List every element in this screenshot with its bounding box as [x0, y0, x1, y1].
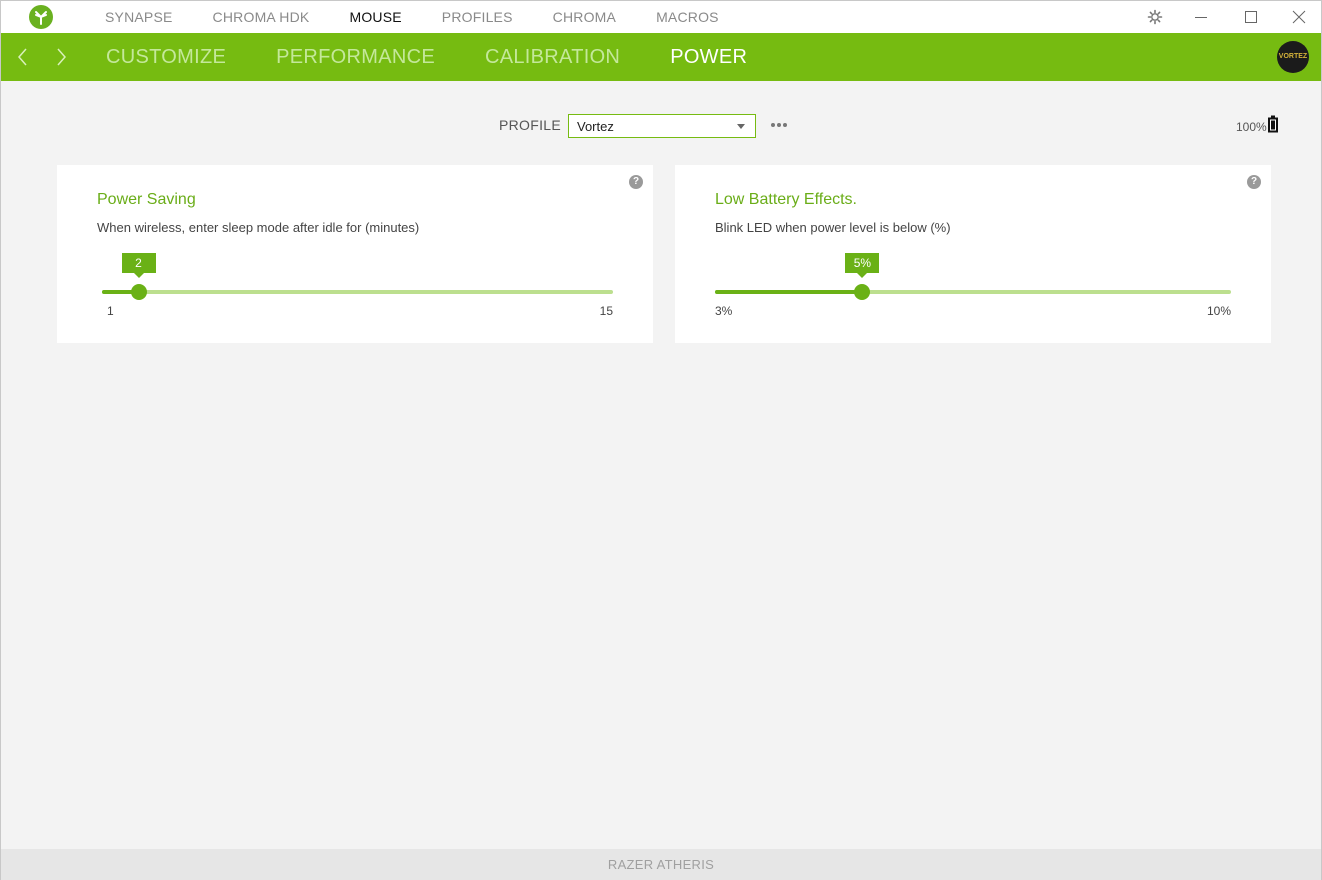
power-saving-title: Power Saving	[97, 191, 196, 208]
more-options-icon[interactable]	[769, 118, 789, 132]
top-nav-chroma-hdk[interactable]: CHROMA HDK	[213, 1, 310, 33]
slider-value-bubble: 5%	[845, 253, 880, 278]
top-nav-profiles[interactable]: PROFILES	[442, 1, 513, 33]
tab-calibration[interactable]: CALIBRATION	[485, 33, 620, 81]
low-battery-description: Blink LED when power level is below (%)	[715, 220, 951, 235]
power-saving-card: ? Power Saving When wireless, enter slee…	[57, 165, 653, 343]
tab-customize[interactable]: CUSTOMIZE	[106, 33, 226, 81]
battery-icon	[1267, 115, 1279, 138]
low-battery-title: Low Battery Effects.	[715, 191, 857, 208]
top-nav-macros[interactable]: MACROS	[656, 1, 719, 33]
low-battery-card: ? Low Battery Effects. Blink LED when po…	[675, 165, 1271, 343]
top-nav-mouse[interactable]: MOUSE	[349, 1, 401, 33]
sleep-timer-slider[interactable]: 2	[102, 253, 613, 300]
avatar-text: VORTEZ	[1278, 53, 1308, 60]
close-icon[interactable]	[1276, 1, 1322, 33]
slider-max-label: 15	[599, 304, 613, 318]
slider-value-bubble: 2	[121, 253, 156, 278]
forward-arrow-icon[interactable]	[51, 47, 71, 67]
sub-nav: CUSTOMIZE PERFORMANCE CALIBRATION POWER	[106, 33, 797, 81]
slider-min-label: 3%	[715, 304, 733, 318]
slider-track	[102, 290, 613, 294]
app-window: SYNAPSE CHROMA HDK MOUSE PROFILES CHROMA…	[0, 0, 1322, 880]
device-name: RAZER ATHERIS	[607, 857, 715, 872]
razer-logo-icon[interactable]	[29, 5, 53, 29]
help-icon[interactable]: ?	[629, 175, 643, 189]
profile-selected-value: Vortez	[577, 119, 614, 134]
slider-thumb[interactable]	[130, 284, 147, 300]
top-nav-chroma[interactable]: CHROMA	[553, 1, 616, 33]
power-saving-description: When wireless, enter sleep mode after id…	[97, 220, 420, 235]
tab-power[interactable]: POWER	[670, 33, 747, 81]
settings-icon[interactable]	[1132, 1, 1178, 33]
top-nav-synapse[interactable]: SYNAPSE	[105, 1, 173, 33]
dropdown-caret-icon	[737, 124, 745, 129]
slider-max-label: 10%	[1206, 304, 1231, 318]
profile-label: PROFILE	[499, 117, 562, 133]
help-icon[interactable]: ?	[1247, 175, 1261, 189]
minimize-icon[interactable]	[1178, 1, 1224, 33]
top-nav: SYNAPSE CHROMA HDK MOUSE PROFILES CHROMA…	[105, 1, 759, 33]
tab-performance[interactable]: PERFORMANCE	[276, 33, 435, 81]
sub-nav-bar: CUSTOMIZE PERFORMANCE CALIBRATION POWER …	[1, 33, 1321, 81]
slider-min-label: 1	[107, 304, 114, 318]
title-bar: SYNAPSE CHROMA HDK MOUSE PROFILES CHROMA…	[1, 1, 1321, 33]
device-footer: RAZER ATHERIS	[1, 849, 1321, 880]
maximize-icon[interactable]	[1228, 1, 1274, 33]
battery-percent: 100%	[1236, 120, 1267, 134]
avatar[interactable]: VORTEZ	[1277, 41, 1309, 73]
slider-thumb[interactable]	[854, 284, 871, 300]
profile-dropdown[interactable]: Vortez	[568, 114, 756, 138]
back-arrow-icon[interactable]	[13, 47, 33, 67]
low-battery-slider[interactable]: 5%	[715, 253, 1231, 300]
slider-fill	[715, 290, 863, 294]
